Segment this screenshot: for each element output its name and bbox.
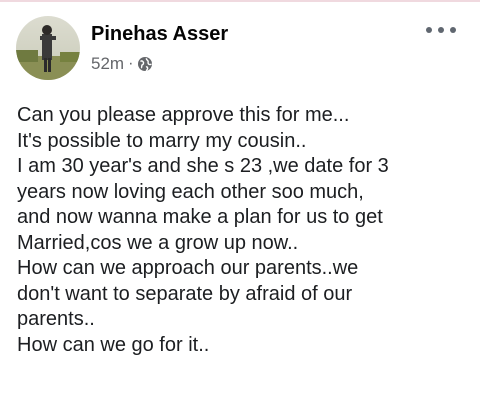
author-name[interactable]: Pinehas Asser — [91, 22, 228, 46]
post-text-line: don't want to separate by afraid of our — [17, 282, 353, 305]
avatar-photo — [16, 16, 80, 80]
more-dot — [426, 27, 432, 33]
post-text-line: years now loving each other soo much, — [17, 180, 364, 203]
post-text-line: Married,cos we a grow up now.. — [17, 231, 299, 254]
meta-separator: · — [128, 55, 134, 72]
post-timestamp[interactable]: 52m — [91, 54, 124, 74]
more-dot — [438, 27, 444, 33]
post-text-line: How can we go for it.. — [17, 333, 210, 356]
post-header: Pinehas Asser 52m · — [16, 16, 464, 80]
globe-icon[interactable] — [137, 56, 153, 72]
post-text-line: I am 30 year's and she s 23 ,we date for… — [17, 155, 389, 177]
post-text-line: Can you please approve this for me... — [17, 104, 350, 126]
more-dot — [450, 27, 456, 33]
post-meta: 52m · — [91, 54, 228, 74]
post-text-line: It's possible to marry my cousin.. — [17, 129, 307, 152]
avatar[interactable] — [16, 16, 80, 80]
post-text-line: How can we approach our parents..we — [17, 257, 359, 279]
more-options-icon[interactable] — [426, 18, 456, 42]
post-text-line: parents.. — [17, 308, 95, 330]
post-text: Can you please approve this for me... It… — [17, 103, 477, 358]
post-card: Pinehas Asser 52m · Can you please appro… — [0, 0, 480, 410]
post-text-line: and now wanna make a plan for us to get — [17, 206, 383, 228]
